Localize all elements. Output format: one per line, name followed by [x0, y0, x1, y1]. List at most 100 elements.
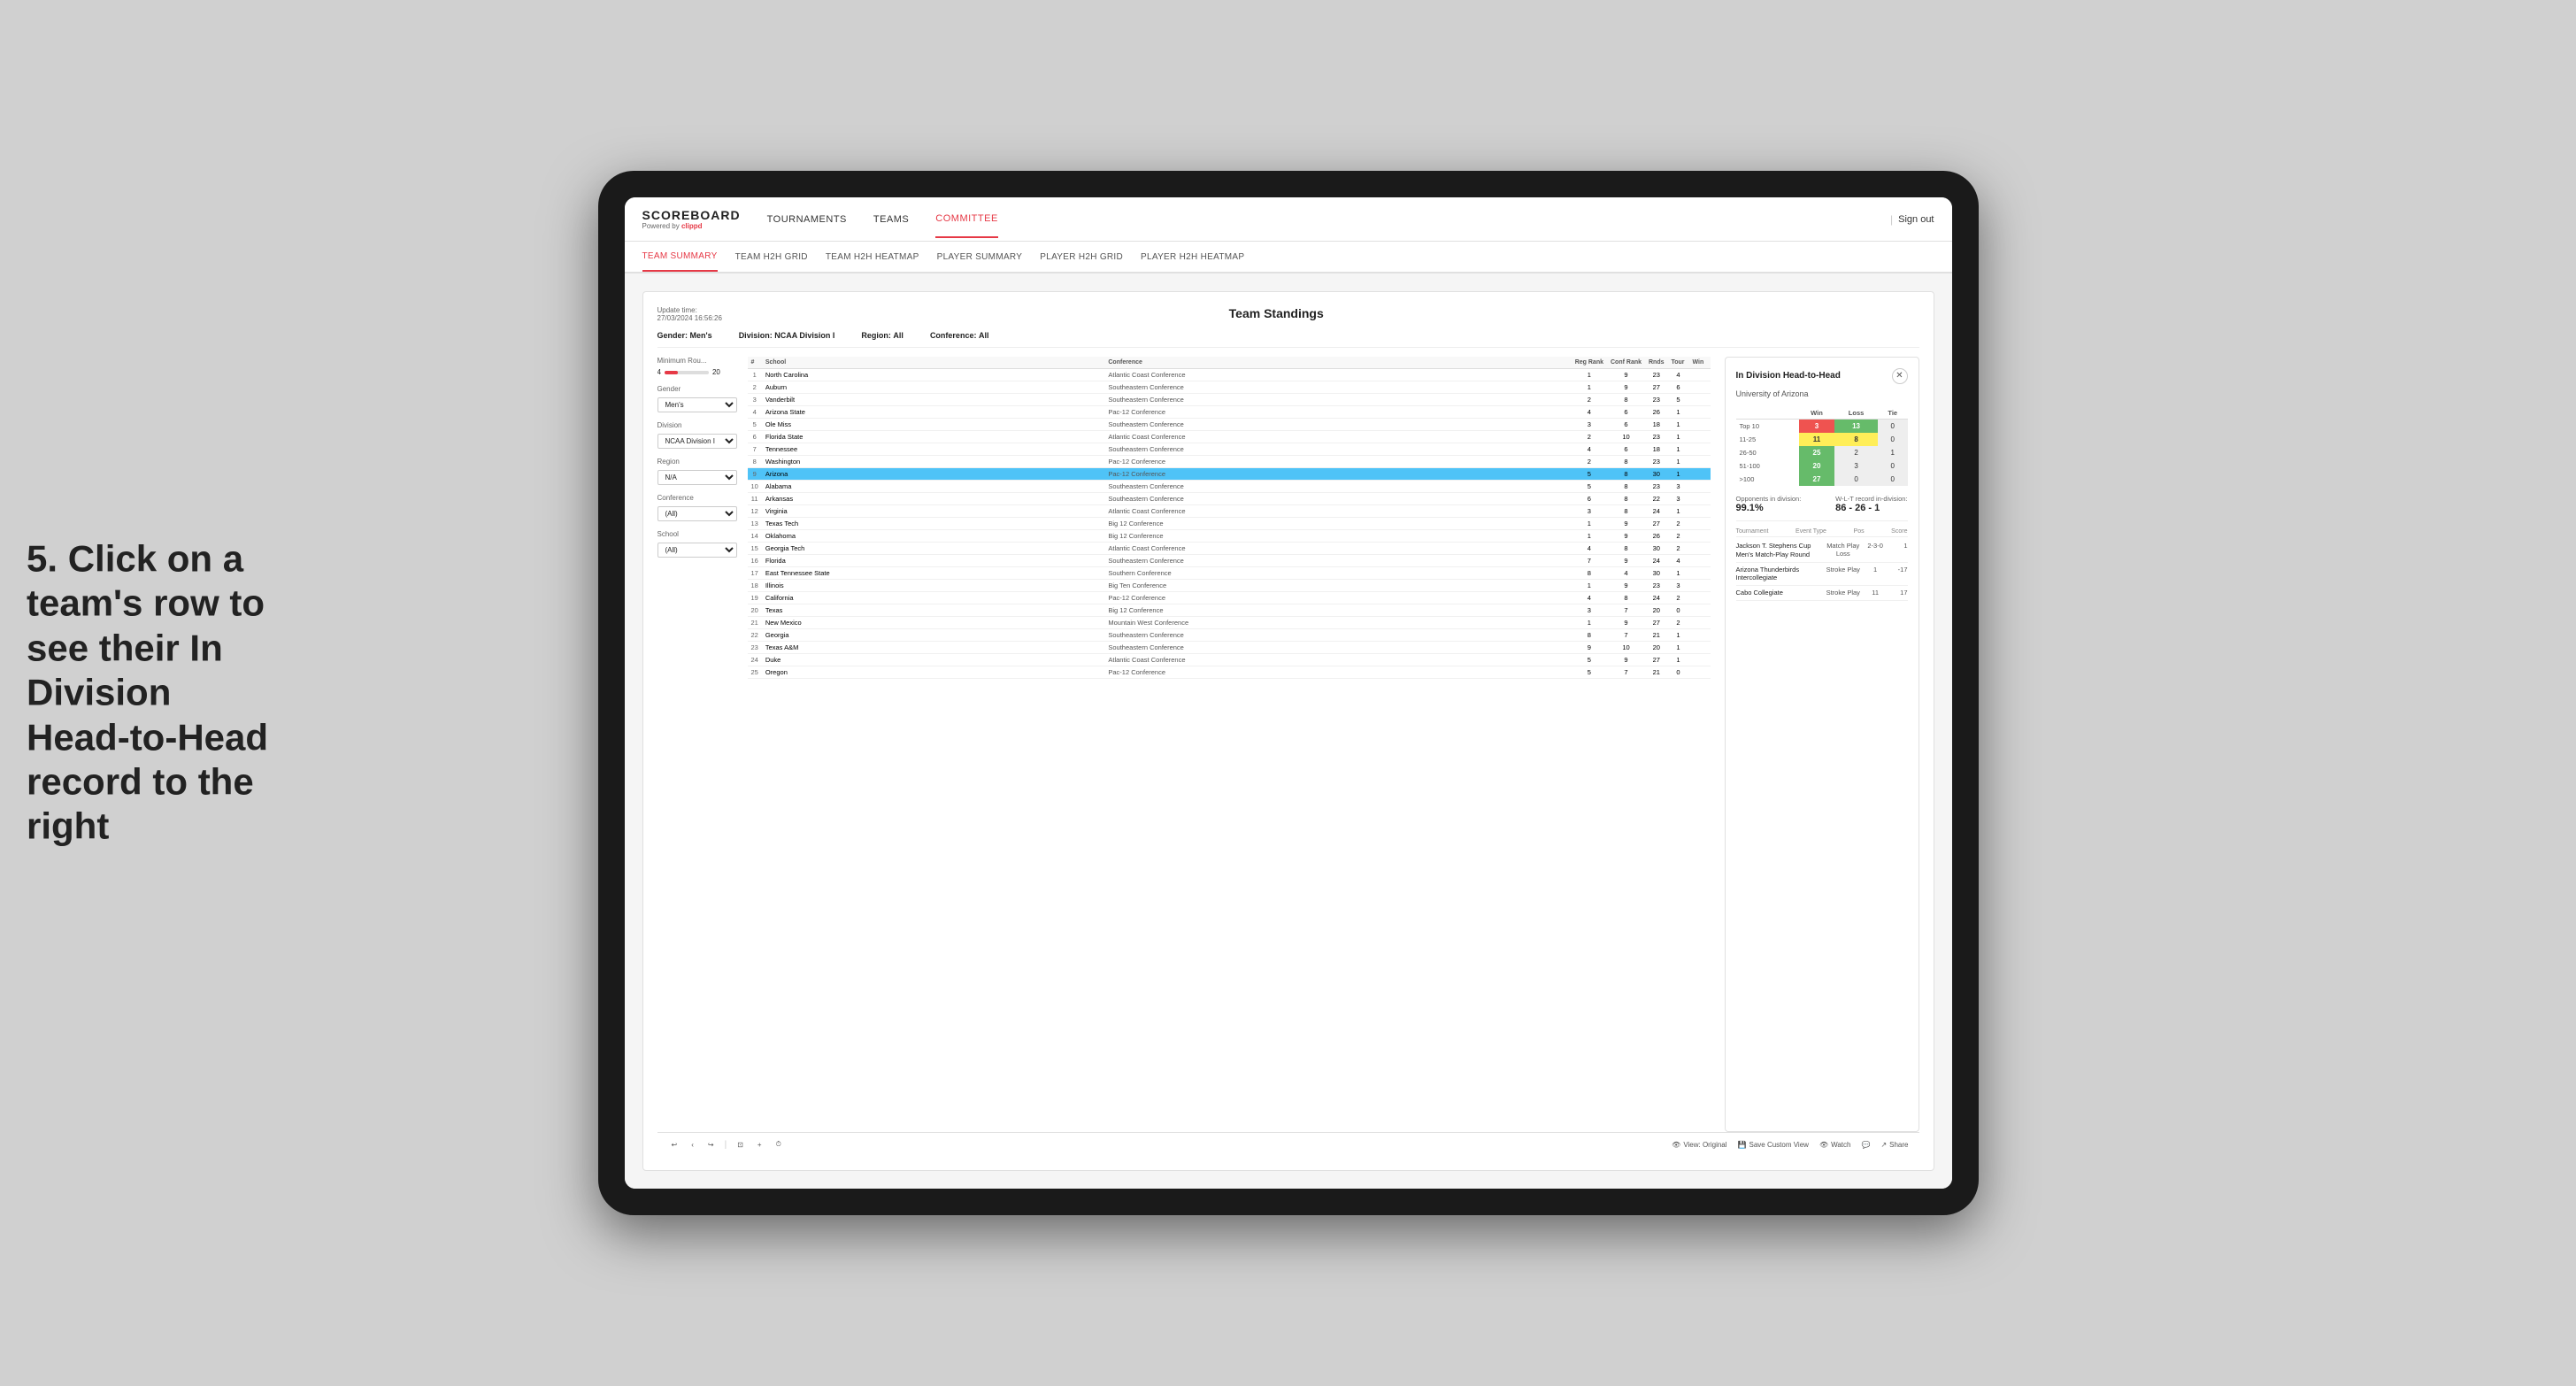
tour-cell: 3: [1668, 481, 1689, 493]
save-custom-btn[interactable]: 💾 Save Custom View: [1738, 1141, 1809, 1149]
conf-rank-cell: 8: [1607, 481, 1645, 493]
school-select[interactable]: (All): [657, 543, 737, 558]
tour-cell: 3: [1668, 493, 1689, 505]
table-row[interactable]: 16 Florida Southeastern Conference 7 9 2…: [748, 555, 1711, 567]
rnds-cell: 26: [1645, 530, 1668, 543]
conference-filter-group: Conference (All): [657, 494, 737, 521]
redo-btn[interactable]: ↪: [704, 1139, 718, 1151]
sub-nav-team-summary[interactable]: TEAM SUMMARY: [642, 243, 718, 272]
tablet-frame: SCOREBOARD Powered by clippd TOURNAMENTS…: [598, 171, 1979, 1215]
view-original-btn[interactable]: 👁 View: Original: [1672, 1141, 1726, 1149]
conf-rank-cell: 9: [1607, 369, 1645, 381]
fit-btn[interactable]: ⊡: [734, 1139, 747, 1151]
rank-cell: 4: [748, 406, 762, 419]
school-cell: New Mexico: [762, 617, 1105, 629]
table-row[interactable]: 9 Arizona Pac-12 Conference 5 8 30 1: [748, 468, 1711, 481]
school-cell: East Tennessee State: [762, 567, 1105, 580]
win-cell: [1689, 394, 1711, 406]
reg-rank-cell: 8: [1572, 629, 1607, 642]
nav-tournaments[interactable]: TOURNAMENTS: [767, 202, 847, 237]
conf-rank-cell: 4: [1607, 567, 1645, 580]
sub-nav-player-h2h-heatmap[interactable]: PLAYER H2H HEATMAP: [1141, 243, 1244, 271]
nav-committee[interactable]: COMMITTEE: [935, 201, 998, 238]
table-row[interactable]: 14 Oklahoma Big 12 Conference 1 9 26 2: [748, 530, 1711, 543]
rnds-cell: 20: [1645, 642, 1668, 654]
h2h-row: >100 27 0 0: [1736, 473, 1908, 486]
undo-btn[interactable]: ↩: [668, 1139, 681, 1151]
table-row[interactable]: 1 North Carolina Atlantic Coast Conferen…: [748, 369, 1711, 381]
table-row[interactable]: 3 Vanderbilt Southeastern Conference 2 8…: [748, 394, 1711, 406]
conf-rank-cell: 7: [1607, 604, 1645, 617]
h2h-win: 25: [1799, 446, 1834, 459]
table-row[interactable]: 24 Duke Atlantic Coast Conference 5 9 27…: [748, 654, 1711, 666]
table-row[interactable]: 19 California Pac-12 Conference 4 8 24 2: [748, 592, 1711, 604]
table-row[interactable]: 18 Illinois Big Ten Conference 1 9 23 3: [748, 580, 1711, 592]
filter-gender: Gender: Men's: [657, 331, 712, 340]
sign-out-btn[interactable]: Sign out: [1898, 214, 1934, 225]
h2h-close-btn[interactable]: ✕: [1892, 368, 1908, 384]
tour-cell: 1: [1668, 456, 1689, 468]
win-cell: [1689, 604, 1711, 617]
conf-rank-cell: 8: [1607, 505, 1645, 518]
record-stat: W-L-T record in-division: 86 - 26 - 1: [1835, 495, 1907, 513]
gender-select[interactable]: Men's Women's: [657, 397, 737, 412]
conf-cell: Big 12 Conference: [1104, 530, 1571, 543]
sub-nav-team-h2h-heatmap[interactable]: TEAM H2H HEATMAP: [826, 243, 919, 271]
table-row[interactable]: 11 Arkansas Southeastern Conference 6 8 …: [748, 493, 1711, 505]
reg-rank-cell: 3: [1572, 505, 1607, 518]
conference-select[interactable]: (All): [657, 506, 737, 521]
sub-nav-player-summary[interactable]: PLAYER SUMMARY: [937, 243, 1023, 271]
timer-icon: ⏱: [773, 1138, 785, 1151]
table-row[interactable]: 23 Texas A&M Southeastern Conference 9 1…: [748, 642, 1711, 654]
conf-cell: Southeastern Conference: [1104, 555, 1571, 567]
table-row[interactable]: 4 Arizona State Pac-12 Conference 4 6 26…: [748, 406, 1711, 419]
table-row[interactable]: 2 Auburn Southeastern Conference 1 9 27 …: [748, 381, 1711, 394]
table-row[interactable]: 21 New Mexico Mountain West Conference 1…: [748, 617, 1711, 629]
gender-filter-group: Gender Men's Women's: [657, 385, 737, 412]
table-row[interactable]: 10 Alabama Southeastern Conference 5 8 2…: [748, 481, 1711, 493]
h2h-panel: In Division Head-to-Head ✕ University of…: [1725, 357, 1919, 1132]
tour-cell: 0: [1668, 604, 1689, 617]
table-row[interactable]: 5 Ole Miss Southeastern Conference 3 6 1…: [748, 419, 1711, 431]
tour-cell: 4: [1668, 555, 1689, 567]
conf-cell: Southeastern Conference: [1104, 481, 1571, 493]
school-cell: Arkansas: [762, 493, 1105, 505]
nav-teams[interactable]: TEAMS: [873, 202, 909, 237]
table-row[interactable]: 15 Georgia Tech Atlantic Coast Conferenc…: [748, 543, 1711, 555]
share-btn[interactable]: ↗ Share: [1880, 1141, 1908, 1149]
table-row[interactable]: 25 Oregon Pac-12 Conference 5 7 21 0: [748, 666, 1711, 679]
table-row[interactable]: 20 Texas Big 12 Conference 3 7 20 0: [748, 604, 1711, 617]
conf-cell: Atlantic Coast Conference: [1104, 431, 1571, 443]
win-cell: [1689, 666, 1711, 679]
win-cell: [1689, 567, 1711, 580]
tour-cell: 1: [1668, 567, 1689, 580]
h2h-team: University of Arizona: [1736, 389, 1908, 398]
sub-nav-team-h2h-grid[interactable]: TEAM H2H GRID: [735, 243, 808, 271]
rnds-cell: 23: [1645, 394, 1668, 406]
h2h-title: In Division Head-to-Head: [1736, 371, 1841, 381]
h2h-win: 27: [1799, 473, 1834, 486]
school-cell: Arizona: [762, 468, 1105, 481]
tour-cell: 2: [1668, 518, 1689, 530]
watch-btn[interactable]: 👁 Watch: [1819, 1141, 1851, 1149]
sub-nav-player-h2h-grid[interactable]: PLAYER H2H GRID: [1040, 243, 1123, 271]
table-row[interactable]: 12 Virginia Atlantic Coast Conference 3 …: [748, 505, 1711, 518]
table-row[interactable]: 6 Florida State Atlantic Coast Conferenc…: [748, 431, 1711, 443]
table-row[interactable]: 7 Tennessee Southeastern Conference 4 6 …: [748, 443, 1711, 456]
region-select[interactable]: N/A: [657, 470, 737, 485]
table-row[interactable]: 22 Georgia Southeastern Conference 8 7 2…: [748, 629, 1711, 642]
table-row[interactable]: 13 Texas Tech Big 12 Conference 1 9 27 2: [748, 518, 1711, 530]
rnds-cell: 23: [1645, 481, 1668, 493]
table-row[interactable]: 8 Washington Pac-12 Conference 2 8 23 1: [748, 456, 1711, 468]
tournament-type: Stroke Play: [1822, 566, 1865, 574]
division-select[interactable]: NCAA Division I: [657, 434, 737, 449]
tour-cell: 1: [1668, 505, 1689, 518]
table-row[interactable]: 17 East Tennessee State Southern Confere…: [748, 567, 1711, 580]
comment-btn[interactable]: 💬: [1861, 1141, 1870, 1149]
standings-table: # School Conference Reg Rank Conf Rank R…: [748, 357, 1711, 679]
h2h-row: 11-25 11 8 0: [1736, 433, 1908, 446]
school-cell: North Carolina: [762, 369, 1105, 381]
h2h-loss-header: Loss: [1834, 407, 1878, 420]
add-btn[interactable]: +: [754, 1139, 765, 1151]
step-back-btn[interactable]: ‹: [688, 1139, 697, 1151]
